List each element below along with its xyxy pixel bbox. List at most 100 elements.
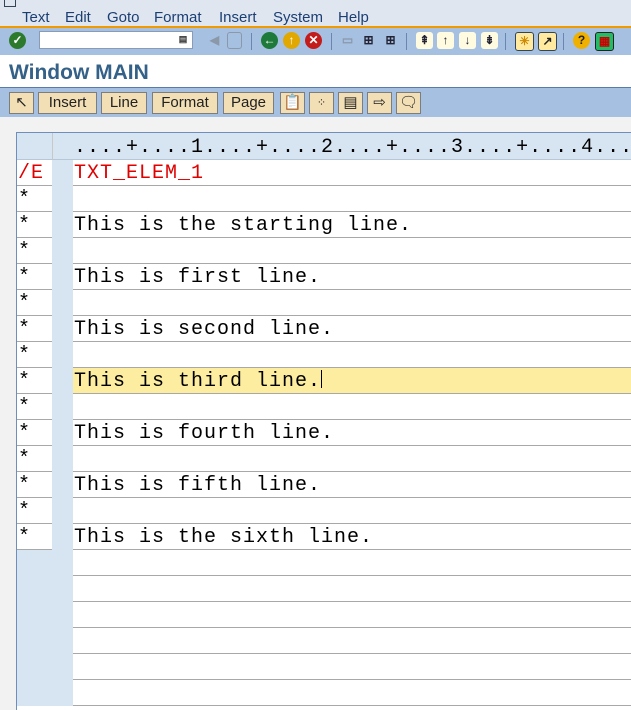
shortcut-icon[interactable]: ↗ bbox=[538, 32, 557, 51]
line-text[interactable]: This is second line. bbox=[74, 318, 631, 342]
line-text[interactable] bbox=[74, 552, 631, 576]
editor-line[interactable] bbox=[17, 680, 631, 706]
editor-line[interactable]: * This is the sixth line. bbox=[17, 524, 631, 550]
paragraph-format[interactable]: * bbox=[18, 422, 53, 446]
customize-layout-icon[interactable]: ▦ bbox=[595, 32, 614, 51]
enter-icon[interactable]: ✓ bbox=[9, 32, 26, 49]
menu-text[interactable]: Text bbox=[22, 9, 50, 26]
editor-line[interactable]: * bbox=[17, 446, 631, 472]
format-button[interactable]: Format bbox=[152, 92, 218, 114]
paragraph-format[interactable] bbox=[17, 654, 52, 680]
line-text[interactable] bbox=[74, 630, 631, 654]
previous-page-icon[interactable]: ↑ bbox=[437, 32, 454, 49]
paragraph-format[interactable]: * bbox=[18, 474, 53, 498]
paragraph-format[interactable]: * bbox=[18, 500, 53, 524]
formula-button[interactable]: ▤ bbox=[338, 92, 363, 114]
paragraph-format[interactable]: * bbox=[18, 318, 53, 342]
editor-line[interactable]: * This is fourth line. bbox=[17, 420, 631, 446]
line-text[interactable]: This is fifth line. bbox=[74, 474, 631, 498]
paragraph-format[interactable]: * bbox=[18, 266, 53, 290]
editor-line[interactable]: * This is third line. bbox=[17, 368, 631, 394]
paragraph-format[interactable]: * bbox=[18, 240, 53, 264]
line-text[interactable] bbox=[74, 344, 631, 368]
paragraph-format[interactable]: * bbox=[18, 396, 53, 420]
line-text[interactable] bbox=[74, 604, 631, 628]
editor-line[interactable] bbox=[17, 576, 631, 602]
paste-button[interactable]: 📋 bbox=[280, 92, 305, 114]
editor-line[interactable]: * bbox=[17, 290, 631, 316]
editor-line[interactable]: * bbox=[17, 238, 631, 264]
paragraph-format[interactable]: * bbox=[18, 344, 53, 368]
first-page-icon[interactable]: ⇞ bbox=[416, 32, 433, 49]
editor-line[interactable]: * bbox=[17, 498, 631, 524]
line-text[interactable] bbox=[74, 682, 631, 706]
paragraph-format[interactable]: * bbox=[18, 292, 53, 316]
editor-line[interactable] bbox=[17, 550, 631, 576]
line-text[interactable] bbox=[74, 188, 631, 212]
line-text[interactable]: TXT_ELEM_1 bbox=[74, 162, 631, 186]
export-button[interactable]: ⇨ bbox=[367, 92, 392, 114]
menu-format[interactable]: Format bbox=[154, 9, 202, 26]
select-button[interactable]: ↖ bbox=[9, 92, 34, 114]
text-editor[interactable]: ....+....1....+....2....+....3....+....4… bbox=[16, 132, 631, 710]
paragraph-format[interactable] bbox=[17, 602, 52, 628]
line-stripe bbox=[52, 446, 73, 472]
paragraph-format[interactable]: * bbox=[18, 214, 53, 238]
line-text[interactable] bbox=[74, 656, 631, 680]
line-text[interactable]: This is fourth line. bbox=[74, 422, 631, 446]
table-icon: ▤ bbox=[343, 94, 358, 111]
command-history-icon[interactable]: ▤ bbox=[178, 33, 188, 46]
find-icon[interactable]: ⊞ bbox=[360, 32, 377, 49]
paragraph-format[interactable] bbox=[17, 576, 52, 602]
editor-line[interactable]: * This is second line. bbox=[17, 316, 631, 342]
line-text[interactable] bbox=[74, 578, 631, 602]
help-icon[interactable]: ? bbox=[573, 32, 590, 49]
editor-line[interactable]: /E TXT_ELEM_1 bbox=[17, 160, 631, 186]
last-page-icon[interactable]: ⇟ bbox=[481, 32, 498, 49]
paragraph-format[interactable]: * bbox=[18, 526, 53, 550]
structure-button[interactable]: ⁘ bbox=[309, 92, 334, 114]
paragraph-format[interactable]: * bbox=[18, 370, 53, 394]
line-text[interactable]: This is first line. bbox=[74, 266, 631, 290]
menu-insert[interactable]: Insert bbox=[219, 9, 257, 26]
line-text[interactable]: This is third line. bbox=[73, 368, 631, 393]
line-button[interactable]: Line bbox=[101, 92, 147, 114]
find-next-icon[interactable]: ⊞ bbox=[382, 32, 399, 49]
editor-line[interactable]: * bbox=[17, 394, 631, 420]
paragraph-format[interactable]: /E bbox=[18, 162, 53, 186]
cancel-icon[interactable]: ✕ bbox=[305, 32, 322, 49]
menu-edit[interactable]: Edit bbox=[65, 9, 91, 26]
menu-system[interactable]: System bbox=[273, 9, 323, 26]
editor-line[interactable]: * This is fifth line. bbox=[17, 472, 631, 498]
line-text[interactable] bbox=[74, 448, 631, 472]
editor-line[interactable]: * This is the starting line. bbox=[17, 212, 631, 238]
line-text[interactable] bbox=[74, 500, 631, 524]
line-text[interactable]: This is the sixth line. bbox=[74, 526, 631, 550]
line-text[interactable] bbox=[74, 240, 631, 264]
back-icon[interactable]: ← bbox=[261, 32, 278, 49]
editor-line[interactable]: * This is first line. bbox=[17, 264, 631, 290]
paragraph-format[interactable] bbox=[17, 680, 52, 706]
next-page-icon[interactable]: ↓ bbox=[459, 32, 476, 49]
line-text[interactable] bbox=[74, 396, 631, 420]
editor-line[interactable] bbox=[17, 654, 631, 680]
menu-goto[interactable]: Goto bbox=[107, 9, 140, 26]
paragraph-format[interactable]: * bbox=[18, 448, 53, 472]
menu-help[interactable]: Help bbox=[338, 9, 369, 26]
window-menu-icon[interactable] bbox=[4, 0, 16, 7]
paragraph-format[interactable] bbox=[17, 628, 52, 654]
comment-button[interactable]: 🗨 bbox=[396, 92, 421, 114]
command-field[interactable] bbox=[39, 31, 193, 49]
line-text[interactable] bbox=[74, 292, 631, 316]
page-button[interactable]: Page bbox=[223, 92, 274, 114]
editor-line[interactable] bbox=[17, 602, 631, 628]
editor-line[interactable]: * bbox=[17, 342, 631, 368]
insert-button[interactable]: Insert bbox=[38, 92, 97, 114]
create-session-icon[interactable]: ✳ bbox=[515, 32, 534, 51]
editor-line[interactable] bbox=[17, 628, 631, 654]
editor-line[interactable]: * bbox=[17, 186, 631, 212]
line-text[interactable]: This is the starting line. bbox=[74, 214, 631, 238]
paragraph-format[interactable]: * bbox=[18, 188, 53, 212]
paragraph-format[interactable] bbox=[17, 550, 52, 576]
exit-icon[interactable]: ↑ bbox=[283, 32, 300, 49]
